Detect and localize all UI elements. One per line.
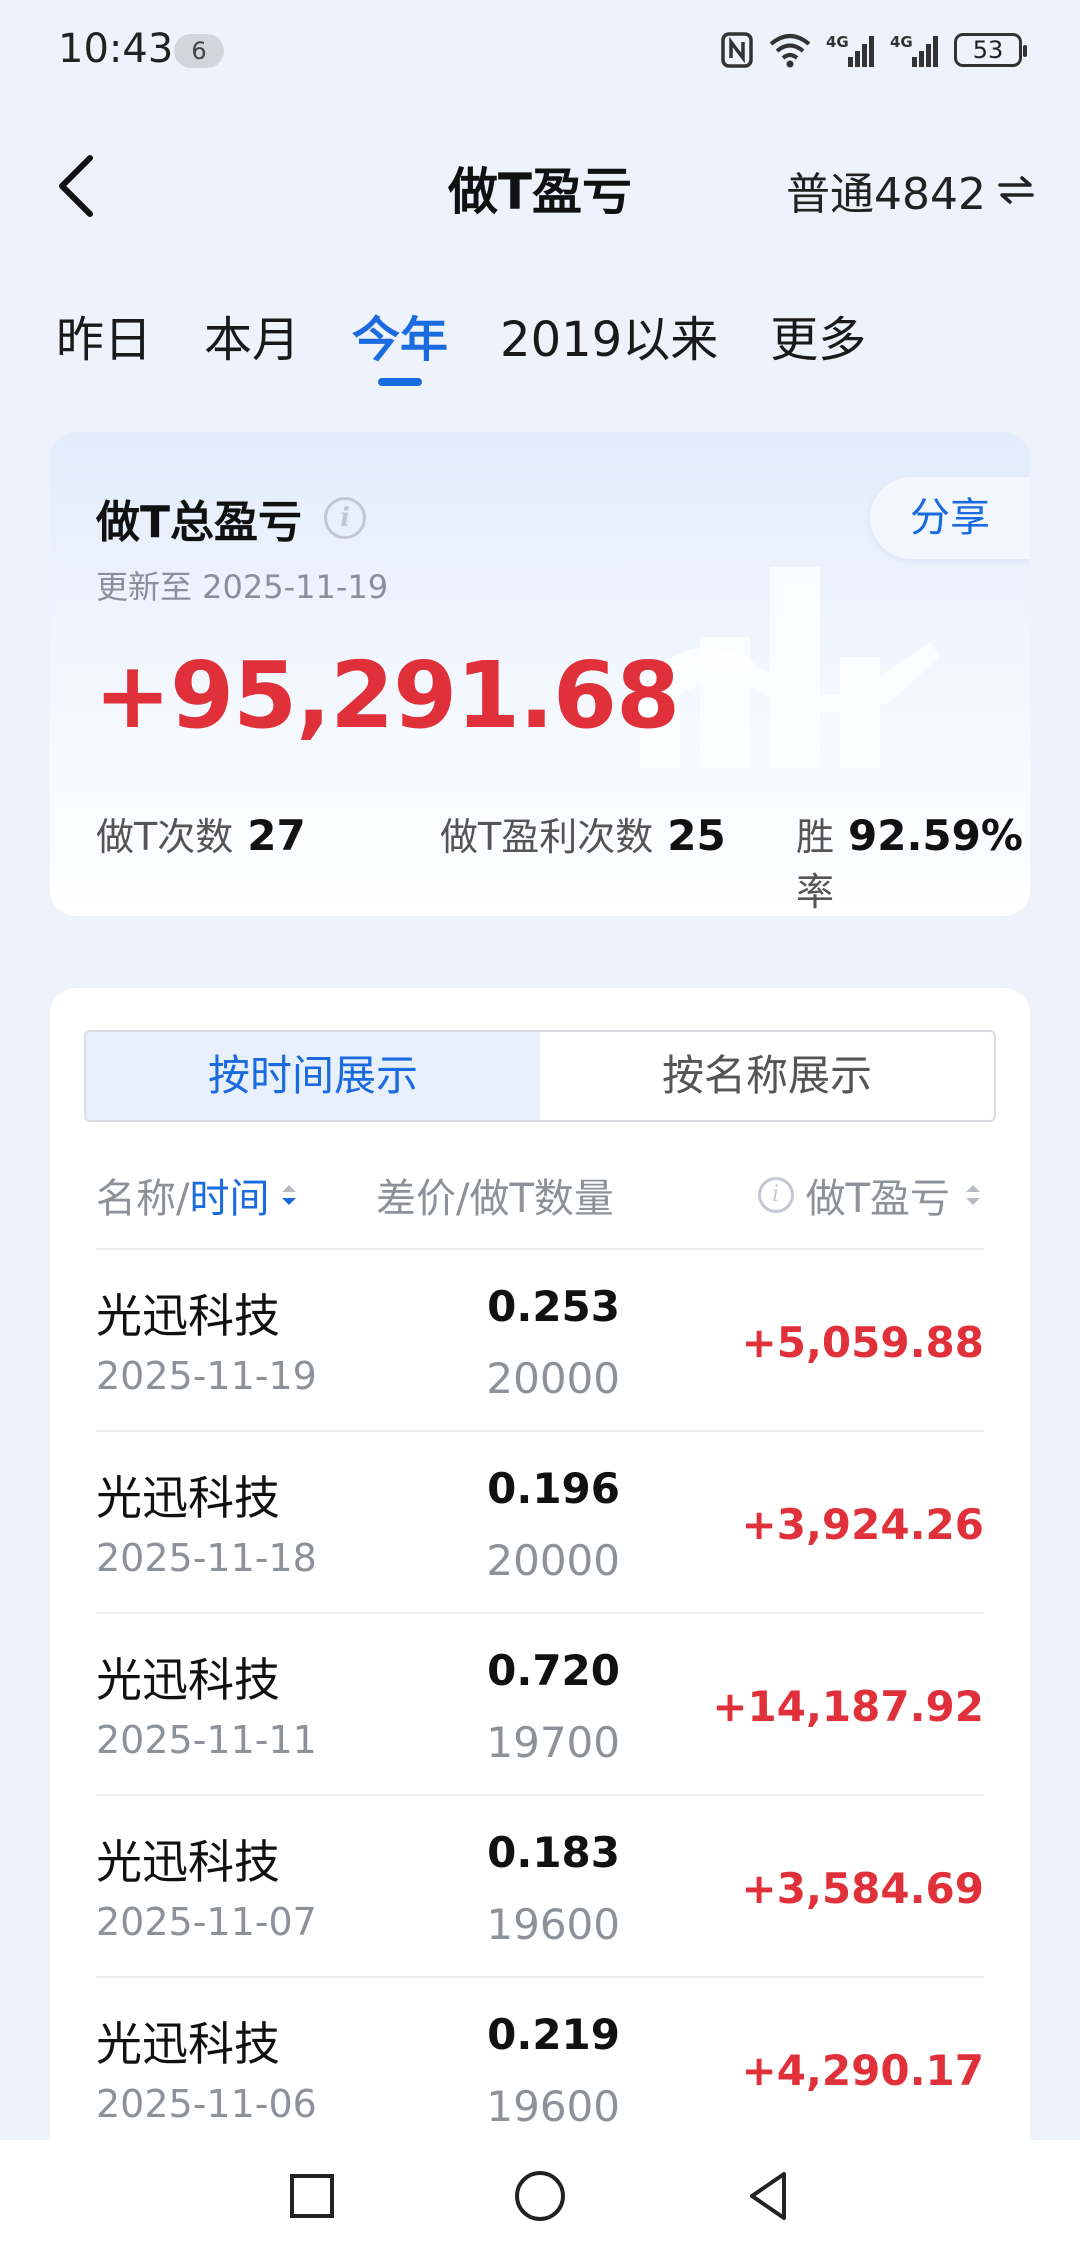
- summary-card: 做T总盈亏 i 分享 更新至 2025-11-19 +95,291.68 做T次…: [50, 432, 1030, 916]
- home-button[interactable]: [512, 2168, 568, 2224]
- circle-icon: [515, 2171, 565, 2221]
- row-pnl: +14,187.92: [712, 1682, 984, 1731]
- tab-label: 更多: [770, 312, 867, 368]
- view-toggle: 按时间展示 按名称展示: [84, 1030, 996, 1122]
- header: 做T盈亏 普通4842: [0, 130, 1080, 240]
- price-diff: 0.253: [487, 1282, 620, 1331]
- sort-by-time-button[interactable]: 名称/ 时间: [96, 1166, 301, 1224]
- tab-more[interactable]: 更多: [770, 300, 866, 400]
- price-diff: 0.183: [487, 1828, 620, 1877]
- stat-value: 27: [247, 811, 306, 860]
- back-nav-button[interactable]: [740, 2168, 796, 2224]
- square-icon: [290, 2174, 334, 2218]
- tab-label: 今年: [352, 312, 449, 368]
- stat-label: 做T次数: [96, 815, 234, 859]
- stat-value: 92.59%: [848, 811, 1023, 860]
- table-row[interactable]: 光迅科技 2025-11-07 0.183 19600 +3,584.69: [96, 1794, 984, 1976]
- stat-win-rate: 胜率 92.59%: [796, 806, 1023, 916]
- summary-title-text: 做T总盈亏: [96, 497, 303, 548]
- price-diff: 0.219: [487, 2010, 620, 2059]
- row-pnl: +3,924.26: [741, 1500, 984, 1549]
- stat-profit-count: 做T盈利次数 25: [440, 806, 726, 861]
- info-icon[interactable]: i: [757, 1177, 794, 1213]
- trade-date: 2025-11-06: [96, 2082, 317, 2126]
- signal-4g-icon: 4G: [826, 33, 874, 67]
- table-row[interactable]: 光迅科技 2025-11-11 0.720 19700 +14,187.92: [96, 1612, 984, 1794]
- row-pnl: +3,584.69: [741, 1864, 984, 1913]
- trade-quantity: 20000: [486, 1536, 620, 1585]
- share-button[interactable]: 分享: [870, 477, 1030, 559]
- records-card: 按时间展示 按名称展示 名称/ 时间 差价/做T数量 i 做T盈亏 光迅科技 2…: [50, 988, 1030, 2244]
- stock-name: 光迅科技: [96, 1835, 280, 1889]
- stat-value: 25: [667, 811, 726, 860]
- tab-since-2019[interactable]: 2019以来: [500, 300, 718, 400]
- trade-quantity: 19700: [486, 1718, 620, 1767]
- svg-text:4G: 4G: [890, 33, 913, 51]
- sort-icon: [966, 1185, 980, 1205]
- wifi-icon: [769, 34, 811, 68]
- stock-name: 光迅科技: [96, 2017, 280, 2071]
- row-pnl: +4,290.17: [741, 2046, 984, 2095]
- stock-name: 光迅科技: [96, 1653, 280, 1707]
- notification-count-badge: 6: [174, 34, 224, 68]
- stock-name: 光迅科技: [96, 1471, 280, 1525]
- tab-this-month[interactable]: 本月: [204, 300, 300, 400]
- price-diff: 0.720: [487, 1646, 620, 1695]
- trade-quantity: 19600: [486, 2082, 620, 2131]
- trade-date: 2025-11-19: [96, 1354, 317, 1398]
- view-by-name-button[interactable]: 按名称展示: [540, 1032, 994, 1120]
- recents-button[interactable]: [284, 2168, 340, 2224]
- view-by-time-button[interactable]: 按时间展示: [86, 1032, 540, 1120]
- trade-quantity: 19600: [486, 1900, 620, 1949]
- status-bar: 10:43 6 4G 4G 53: [0, 0, 1080, 100]
- tab-label: 2019以来: [500, 312, 719, 368]
- account-label: 普通4842: [786, 169, 986, 220]
- records-list: 光迅科技 2025-11-19 0.253 20000 +5,059.88 光迅…: [96, 1248, 984, 2158]
- table-row[interactable]: 光迅科技 2025-11-18 0.196 20000 +3,924.26: [96, 1430, 984, 1612]
- table-row[interactable]: 光迅科技 2025-11-06 0.219 19600 +4,290.17: [96, 1976, 984, 2158]
- trade-date: 2025-11-07: [96, 1900, 317, 1944]
- col-time-label: 时间: [189, 1176, 270, 1222]
- sort-icon: [282, 1185, 297, 1205]
- stats-row: 做T次数 27 做T盈利次数 25 胜率 92.59%: [96, 806, 1023, 914]
- tab-yesterday[interactable]: 昨日: [56, 300, 152, 400]
- stat-trade-count: 做T次数 27: [96, 806, 306, 861]
- tab-label: 昨日: [56, 312, 153, 368]
- info-icon[interactable]: i: [324, 497, 367, 539]
- trade-quantity: 20000: [486, 1354, 620, 1403]
- status-time: 10:43: [58, 26, 174, 72]
- sort-by-pnl-button[interactable]: i 做T盈亏: [757, 1166, 984, 1224]
- page: 10:43 6 4G 4G 53 做T盈亏 普通4842 昨日 本月 今年 20…: [0, 0, 1080, 2244]
- stat-label: 胜率: [796, 815, 835, 914]
- trade-date: 2025-11-11: [96, 1718, 317, 1762]
- account-switch-button[interactable]: 普通4842: [786, 158, 1034, 222]
- svg-text:4G: 4G: [826, 33, 849, 51]
- update-time: 更新至 2025-11-19: [96, 568, 389, 606]
- triangle-back-icon: [750, 2172, 786, 2220]
- status-icons: 4G 4G 53: [720, 30, 1027, 70]
- price-diff: 0.196: [487, 1464, 620, 1513]
- row-pnl: +5,059.88: [741, 1318, 984, 1367]
- nfc-icon: [721, 32, 753, 68]
- stock-name: 光迅科技: [96, 1289, 280, 1343]
- battery-level: 53: [972, 36, 1004, 64]
- active-tab-indicator: [378, 378, 423, 386]
- col-pnl-label: 做T盈亏: [805, 1176, 950, 1222]
- tab-this-year[interactable]: 今年: [352, 300, 448, 400]
- signal-4g-icon-2: 4G: [890, 33, 938, 67]
- total-pnl-value: +95,291.68: [94, 642, 680, 749]
- summary-title: 做T总盈亏 i: [96, 486, 367, 550]
- period-tabs: 昨日 本月 今年 2019以来 更多: [56, 300, 918, 400]
- col-name-label: 名称/: [96, 1176, 190, 1222]
- table-header: 名称/ 时间 差价/做T数量 i 做T盈亏: [96, 1166, 984, 1226]
- stat-label: 做T盈利次数: [440, 815, 654, 859]
- trade-date: 2025-11-18: [96, 1536, 317, 1580]
- table-row[interactable]: 光迅科技 2025-11-19 0.253 20000 +5,059.88: [96, 1248, 984, 1430]
- swap-icon: [998, 176, 1034, 204]
- tab-label: 本月: [204, 312, 301, 368]
- battery-icon: 53: [954, 33, 1027, 67]
- col-diff-label: 差价/做T数量: [376, 1176, 614, 1222]
- system-nav-bar: [0, 2140, 1080, 2244]
